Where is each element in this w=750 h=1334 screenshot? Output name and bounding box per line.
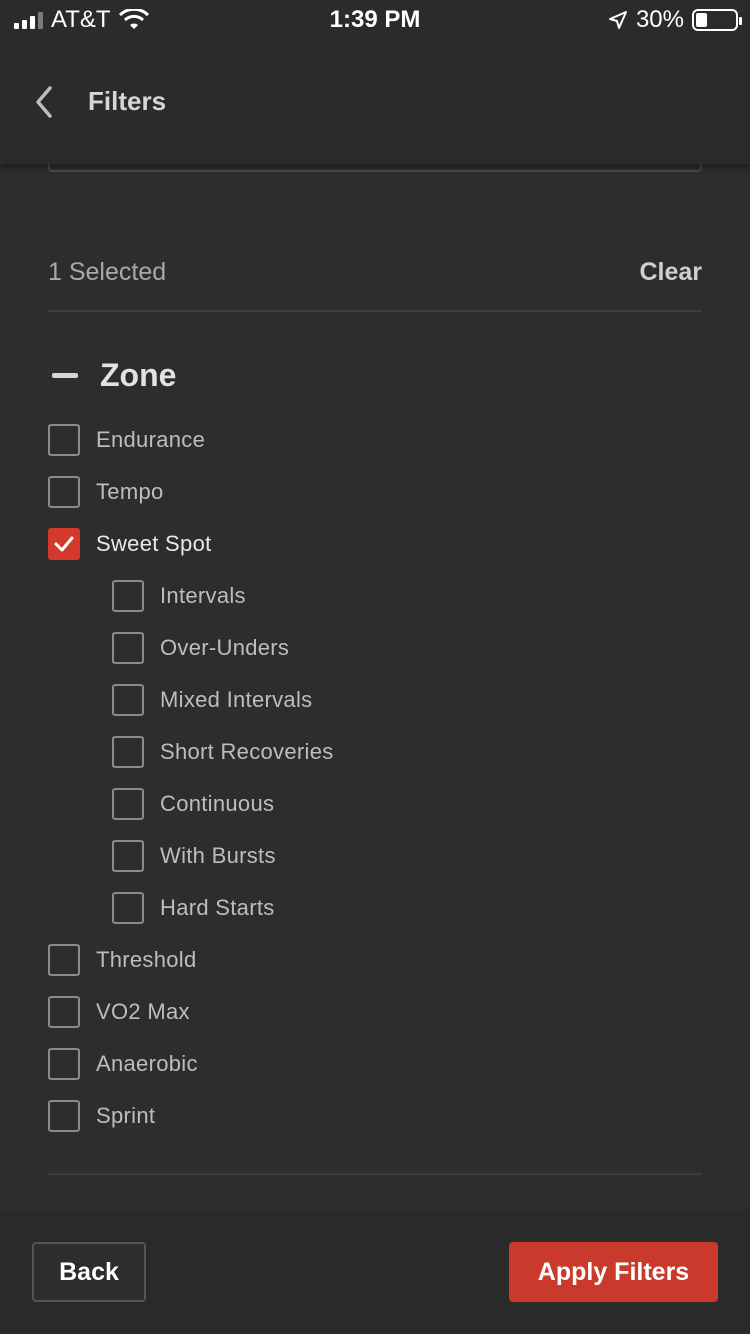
battery-percent: 30% (635, 6, 684, 33)
option-label: Anaerobic (96, 1051, 198, 1076)
selection-summary: 1 Selected Clear (48, 250, 702, 300)
option-label: Mixed Intervals (160, 687, 313, 712)
zone-option-row[interactable]: VO2 Max (48, 995, 190, 1029)
option-label: Threshold (96, 947, 197, 972)
zone-section-header[interactable]: Zone (48, 350, 176, 400)
option-label: Continuous (160, 791, 275, 816)
sub-option-row[interactable]: Over-Unders (112, 631, 289, 665)
option-label: With Bursts (160, 843, 276, 868)
divider (48, 1173, 702, 1175)
option-label: Sprint (96, 1103, 156, 1128)
battery-fill (696, 13, 707, 27)
zone-option-row[interactable]: Tempo (48, 475, 164, 509)
zone-option-row[interactable]: Anaerobic (48, 1047, 198, 1081)
checkbox[interactable] (112, 580, 144, 612)
back-button[interactable]: Back (32, 1242, 146, 1302)
option-label: Over-Unders (160, 635, 290, 660)
battery-icon (692, 9, 742, 31)
page-title: Filters (88, 86, 167, 116)
zone-title: Zone (100, 356, 177, 393)
sub-option-row[interactable]: Continuous (112, 787, 274, 821)
checkbox[interactable] (112, 788, 144, 820)
location-arrow-icon (608, 11, 627, 29)
checkbox[interactable] (48, 476, 80, 508)
checkbox[interactable] (112, 892, 144, 924)
checkbox[interactable] (48, 424, 80, 456)
checkbox[interactable] (48, 944, 80, 976)
footer-bar: Back Apply Filters (0, 1210, 750, 1334)
divider (48, 310, 702, 312)
option-label: Tempo (96, 479, 164, 504)
zone-option-row[interactable]: Threshold (48, 943, 197, 977)
option-label: VO2 Max (96, 999, 190, 1024)
sub-option-row[interactable]: With Bursts (112, 839, 276, 873)
option-label: Endurance (96, 427, 206, 452)
status-right: 30% (608, 6, 742, 34)
minus-icon[interactable] (52, 372, 78, 378)
sub-option-row[interactable]: Short Recoveries (112, 735, 334, 769)
checkbox[interactable] (112, 684, 144, 716)
checkbox[interactable] (48, 996, 80, 1028)
checkmark-icon (54, 536, 74, 552)
checkbox[interactable] (112, 840, 144, 872)
checkbox[interactable] (48, 528, 80, 560)
sub-option-row[interactable]: Hard Starts (112, 891, 275, 925)
option-label: Short Recoveries (160, 739, 334, 764)
checkbox[interactable] (112, 632, 144, 664)
selected-count: 1 Selected (48, 258, 167, 286)
zone-option-row[interactable]: Endurance (48, 423, 205, 457)
checkbox[interactable] (48, 1048, 80, 1080)
checkbox[interactable] (48, 1100, 80, 1132)
option-label: Intervals (160, 583, 246, 608)
nav-bar: Filters (0, 40, 750, 164)
clear-button[interactable]: Clear (639, 258, 702, 287)
option-label: Hard Starts (160, 895, 275, 920)
status-bar: AT&T 1:39 PM 30% (0, 0, 750, 40)
sub-option-row[interactable]: Mixed Intervals (112, 683, 312, 717)
checkbox[interactable] (112, 736, 144, 768)
chevron-left-icon[interactable] (30, 84, 60, 120)
option-label: Sweet Spot (96, 531, 212, 556)
zone-option-row[interactable]: Sprint (48, 1099, 155, 1133)
apply-filters-button[interactable]: Apply Filters (509, 1242, 718, 1302)
zone-option-row[interactable]: Sweet Spot (48, 527, 212, 561)
sub-option-row[interactable]: Intervals (112, 579, 246, 613)
